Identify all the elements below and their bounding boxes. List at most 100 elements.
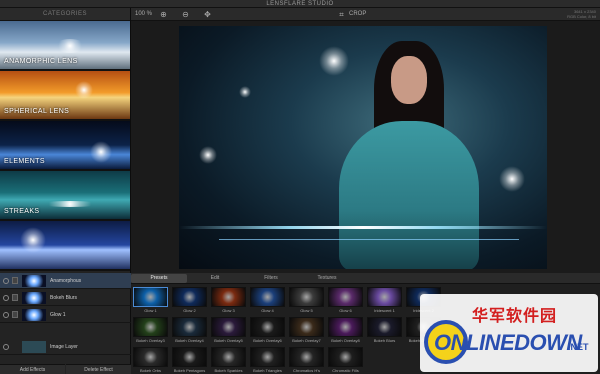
preset-name: Bokeh Pentagons [173,368,206,373]
preset-item[interactable]: Bokeh Overlay7 [289,317,324,345]
category-elements[interactable]: ELEMENTS [0,121,130,171]
preset-thumbnail [211,317,246,337]
preset-item[interactable]: Bokeh Triangles [250,347,285,374]
add-effects-button[interactable]: Add Effects [0,364,65,374]
light-streak-secondary [219,239,519,240]
preset-name: Bokeh Overlay7 [292,338,321,343]
preset-name: Chromatic Fills [332,368,359,373]
preset-name: Glow 6 [339,308,352,313]
visibility-eye-icon[interactable] [3,278,9,284]
layer-toggle[interactable] [12,294,18,301]
preset-thumbnail [367,287,402,307]
tab-presets[interactable]: Presets [131,274,187,283]
preset-item[interactable]: Glow 4 [250,287,285,315]
watermark-tld: .NET [568,342,589,352]
preset-thumbnail [172,287,207,307]
tab-filters[interactable]: Filters [243,274,299,283]
preset-name: Chromatics H's [293,368,320,373]
preset-item[interactable]: Bokeh Blurs [367,317,402,345]
preset-thumbnail [133,287,168,307]
light-streak [179,226,547,229]
preset-item[interactable]: Glow 3 [211,287,246,315]
category-streaks[interactable]: STREAKS [0,171,130,221]
image-info: 3641 x 2340 RGB Color, 8 bit [567,9,596,19]
preset-thumbnail [172,317,207,337]
category-label: STREAKS [4,208,40,215]
preset-name: Iridescent 1 [374,308,395,313]
preset-name: Glow 5 [300,308,313,313]
category-label: SPHERICAL LENS [4,108,70,115]
watermark-en: ONLINEDOWN [434,330,582,355]
crop-button[interactable]: CROP [349,8,366,21]
category-more[interactable] [0,221,130,271]
crop-icon[interactable]: ⌗ [337,10,346,19]
preset-thumbnail [289,347,324,367]
subject-body [339,121,479,269]
preset-item[interactable]: Bokeh Overlay6 [250,317,285,345]
visibility-eye-icon[interactable] [3,295,9,301]
preset-thumbnail [328,347,363,367]
image-layer[interactable]: Image Layer [0,339,131,355]
move-icon[interactable]: ✥ [203,10,212,19]
preset-item[interactable]: Bokeh Overlay5 [211,317,246,345]
preset-name: Glow 2 [183,308,196,313]
category-spherical-lens[interactable]: SPHERICAL LENS [0,71,130,121]
category-label: ANAMORPHIC LENS [4,58,78,65]
preset-name: Glow 4 [261,308,274,313]
preset-item[interactable]: Chromatics H's [289,347,324,374]
preset-thumbnail [367,317,402,337]
zoom-level[interactable]: 100 % [135,8,152,21]
preset-item[interactable]: Glow 2 [172,287,207,315]
preset-name: Bokeh Triangles [253,368,282,373]
color-info: RGB Color, 8 bit [567,14,596,19]
preset-thumbnail [328,287,363,307]
preset-item[interactable]: Bokeh Overlay4 [172,317,207,345]
categories-sidebar: CATEGORIES ANAMORPHIC LENS SPHERICAL LEN… [0,8,131,273]
preset-item[interactable]: Chromatic Fills [328,347,363,374]
preset-thumbnail [289,287,324,307]
preset-item[interactable]: Glow 5 [289,287,324,315]
layer-toggle[interactable] [12,311,18,318]
layer-name: Anamorphous [50,278,82,284]
layer-thumbnail [22,341,46,353]
canvas-area [131,21,600,273]
effects-panel: Anamorphous Bokeh Blurs Glow 1 Image Lay… [0,273,131,374]
tab-textures[interactable]: Textures [299,274,355,283]
preset-name: Bokeh Overlay3 [136,338,165,343]
preset-name: Bokeh Sparkles [214,368,243,373]
layer-name: Image Layer [50,344,78,350]
preset-name: Bokeh Overlay6 [253,338,282,343]
visibility-eye-icon[interactable] [3,344,9,350]
toolbar: 100 % ⊕ ⊖ ✥ ⌗ CROP 3641 x 2340 RGB Color… [131,8,600,21]
preset-thumbnail [172,347,207,367]
zoom-out-icon[interactable]: ⊖ [181,10,190,19]
preset-thumbnail [211,287,246,307]
preset-item[interactable]: Bokeh Overlay3 [133,317,168,345]
effect-layer[interactable]: Glow 1 [0,307,131,323]
delete-effect-button[interactable]: Delete Effect [66,364,131,374]
layer-toggle[interactable] [12,277,18,284]
visibility-eye-icon[interactable] [3,312,9,318]
preset-item[interactable]: Bokeh Pentagons [172,347,207,374]
preset-item[interactable]: Glow 1 [133,287,168,315]
app-title: LENSFLARE STUDIO [266,1,334,7]
watermark-cn: 华军软件园 [472,308,558,325]
preset-name: Bokeh Overlay8 [331,338,360,343]
preset-item[interactable]: Iridescent 1 [367,287,402,315]
layer-thumbnail [22,292,46,304]
tab-edit[interactable]: Edit [187,274,243,283]
zoom-in-icon[interactable]: ⊕ [159,10,168,19]
preset-item[interactable]: Bokeh Orbs [133,347,168,374]
subject-face [391,56,427,104]
preset-name: Glow 1 [144,308,157,313]
category-anamorphic-lens[interactable]: ANAMORPHIC LENS [0,21,130,71]
effect-layer[interactable]: Bokeh Blurs [0,290,131,306]
preset-thumbnail [250,317,285,337]
effect-layer[interactable]: Anamorphous [0,273,131,289]
preset-thumbnail [328,317,363,337]
preset-name: Bokeh Overlay5 [214,338,243,343]
preset-item[interactable]: Bokeh Overlay8 [328,317,363,345]
preset-item[interactable]: Bokeh Sparkles [211,347,246,374]
canvas-image[interactable] [179,26,547,269]
preset-item[interactable]: Glow 6 [328,287,363,315]
